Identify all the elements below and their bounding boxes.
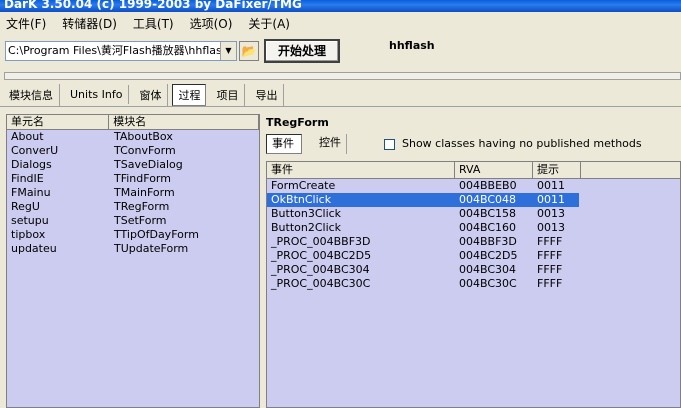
table-row[interactable]: _PROC_004BC30C 004BC30C FFFF xyxy=(267,277,680,291)
column-event[interactable]: 事件 xyxy=(267,162,455,178)
unit-name: About xyxy=(11,130,44,143)
event-hint: 0013 xyxy=(537,221,565,234)
event-name: _PROC_004BC2D5 xyxy=(271,249,372,262)
column-rva[interactable]: RVA xyxy=(455,162,533,178)
column-module-name[interactable]: 模块名 xyxy=(109,115,259,129)
menu-options[interactable]: 选项(O) xyxy=(186,15,237,32)
toolbar: C:\Program Files\黄河Flash播放器\hhflash.e ▼ … xyxy=(0,36,681,66)
events-list[interactable]: 事件 RVA 提示 FormCreate 004BBEB0 0011 OkBtnCli… xyxy=(266,161,681,408)
units-list[interactable]: 单元名 模块名 About TAboutBox ConverU TConvForm Di… xyxy=(6,114,260,408)
tab-forms[interactable]: 窗体 xyxy=(133,83,169,106)
event-hint: FFFF xyxy=(537,277,563,290)
table-row[interactable]: FormCreate 004BBEB0 0011 xyxy=(267,179,680,193)
event-name: FormCreate xyxy=(271,179,336,192)
tab-events[interactable]: 事件 xyxy=(266,134,302,154)
start-processing-button[interactable]: 开始处理 xyxy=(264,39,340,63)
event-name: _PROC_004BC30C xyxy=(271,277,371,290)
unit-name: ConverU xyxy=(11,144,59,157)
table-row[interactable]: _PROC_004BBF3D 004BBF3D FFFF xyxy=(267,235,680,249)
module-name: TFindForm xyxy=(114,172,171,185)
tab-procedures[interactable]: 过程 xyxy=(172,83,207,106)
open-file-button[interactable]: 📂 xyxy=(239,41,259,61)
target-app-label: hhflash xyxy=(389,39,435,52)
tab-units-info[interactable]: Units Info xyxy=(64,85,130,104)
window-title: DarK 3.50.04 (c) 1999-2003 by DaFixer/TM… xyxy=(4,0,302,11)
event-name: _PROC_004BC304 xyxy=(271,263,370,276)
table-row[interactable]: _PROC_004BC304 004BC304 FFFF xyxy=(267,263,680,277)
list-item[interactable]: RegU TRegForm xyxy=(7,200,259,214)
selected-form-name: TRegForm xyxy=(266,116,329,129)
list-item[interactable]: FMainu TMainForm xyxy=(7,186,259,200)
main-tab-bar: 模块信息 Units Info 窗体 过程 项目 导出 xyxy=(0,83,681,107)
menu-file[interactable]: 文件(F) xyxy=(2,15,50,32)
column-hint[interactable]: 提示 xyxy=(533,162,581,178)
events-list-header: 事件 RVA 提示 xyxy=(267,162,680,179)
unit-name: RegU xyxy=(11,200,40,213)
module-name: TUpdateForm xyxy=(114,242,189,255)
event-name: OkBtnClick xyxy=(271,193,332,206)
module-name: TSaveDialog xyxy=(114,158,183,171)
unit-name: setupu xyxy=(11,214,49,227)
menu-bar: 文件(F) 转储器(D) 工具(T) 选项(O) 关于(A) xyxy=(0,13,681,33)
list-item[interactable]: ConverU TConvForm xyxy=(7,144,259,158)
progress-strip xyxy=(4,72,681,80)
event-rva: 004BBF3D xyxy=(459,235,517,248)
list-item[interactable]: setupu TSetForm xyxy=(7,214,259,228)
event-name: Button3Click xyxy=(271,207,342,220)
unit-name: Dialogs xyxy=(11,158,52,171)
event-rva: 004BC2D5 xyxy=(459,249,518,262)
module-name: TRegForm xyxy=(114,200,170,213)
column-unit-name[interactable]: 单元名 xyxy=(7,115,110,129)
unit-name: FindIE xyxy=(11,172,44,185)
table-row[interactable]: Button3Click 004BC158 0013 xyxy=(267,207,680,221)
event-rva: 004BC304 xyxy=(459,263,517,276)
detail-tab-bar: 事件 控件 Show classes having no published m… xyxy=(264,134,681,156)
menu-about[interactable]: 关于(A) xyxy=(244,15,294,32)
list-item[interactable]: updateu TUpdateForm xyxy=(7,242,259,256)
module-name: TConvForm xyxy=(114,144,176,157)
list-item[interactable]: Dialogs TSaveDialog xyxy=(7,158,259,172)
event-hint: 0011 xyxy=(537,179,565,192)
event-rva: 004BC30C xyxy=(459,277,517,290)
tab-exports[interactable]: 导出 xyxy=(249,83,285,106)
show-classes-label: Show classes having no published methods xyxy=(402,137,642,150)
tab-controls[interactable]: 控件 xyxy=(314,134,347,154)
module-name: TMainForm xyxy=(114,186,175,199)
module-name: TAboutBox xyxy=(114,130,173,143)
event-hint: 0011 xyxy=(537,193,565,206)
event-hint: FFFF xyxy=(537,249,563,262)
event-rva: 004BC048 xyxy=(459,193,517,206)
list-item[interactable]: FindIE TFindForm xyxy=(7,172,259,186)
file-path-value: C:\Program Files\黄河Flash播放器\hhflash.e xyxy=(8,44,220,57)
table-row[interactable]: Button2Click 004BC160 0013 xyxy=(267,221,680,235)
tab-project[interactable]: 项目 xyxy=(210,83,246,106)
menu-dumper[interactable]: 转储器(D) xyxy=(58,15,121,32)
tab-module-info[interactable]: 模块信息 xyxy=(3,83,60,106)
unit-name: FMainu xyxy=(11,186,51,199)
units-list-header: 单元名 模块名 xyxy=(7,115,259,130)
module-name: TTipOfDayForm xyxy=(114,228,199,241)
event-hint: 0013 xyxy=(537,207,565,220)
window-title-bar[interactable]: DarK 3.50.04 (c) 1999-2003 by DaFixer/TM… xyxy=(0,0,681,12)
event-hint: FFFF xyxy=(537,263,563,276)
event-rva: 004BC158 xyxy=(459,207,517,220)
list-item[interactable]: About TAboutBox xyxy=(7,130,259,144)
event-hint: FFFF xyxy=(537,235,563,248)
table-row[interactable]: OkBtnClick 004BC048 0011 xyxy=(267,193,579,207)
event-rva: 004BC160 xyxy=(459,221,517,234)
unit-name: tipbox xyxy=(11,228,46,241)
event-name: Button2Click xyxy=(271,221,342,234)
chevron-down-icon[interactable]: ▼ xyxy=(220,42,236,60)
event-rva: 004BBEB0 xyxy=(459,179,517,192)
folder-open-icon: 📂 xyxy=(241,44,257,58)
event-name: _PROC_004BBF3D xyxy=(271,235,371,248)
detail-pane: TRegForm 事件 控件 Show classes having no pu… xyxy=(264,112,681,408)
list-item[interactable]: tipbox TTipOfDayForm xyxy=(7,228,259,242)
unit-name: updateu xyxy=(11,242,57,255)
file-path-combo[interactable]: C:\Program Files\黄河Flash播放器\hhflash.e ▼ xyxy=(5,41,237,61)
show-classes-checkbox[interactable] xyxy=(384,139,395,150)
module-name: TSetForm xyxy=(114,214,167,227)
menu-tools[interactable]: 工具(T) xyxy=(129,15,178,32)
table-row[interactable]: _PROC_004BC2D5 004BC2D5 FFFF xyxy=(267,249,680,263)
